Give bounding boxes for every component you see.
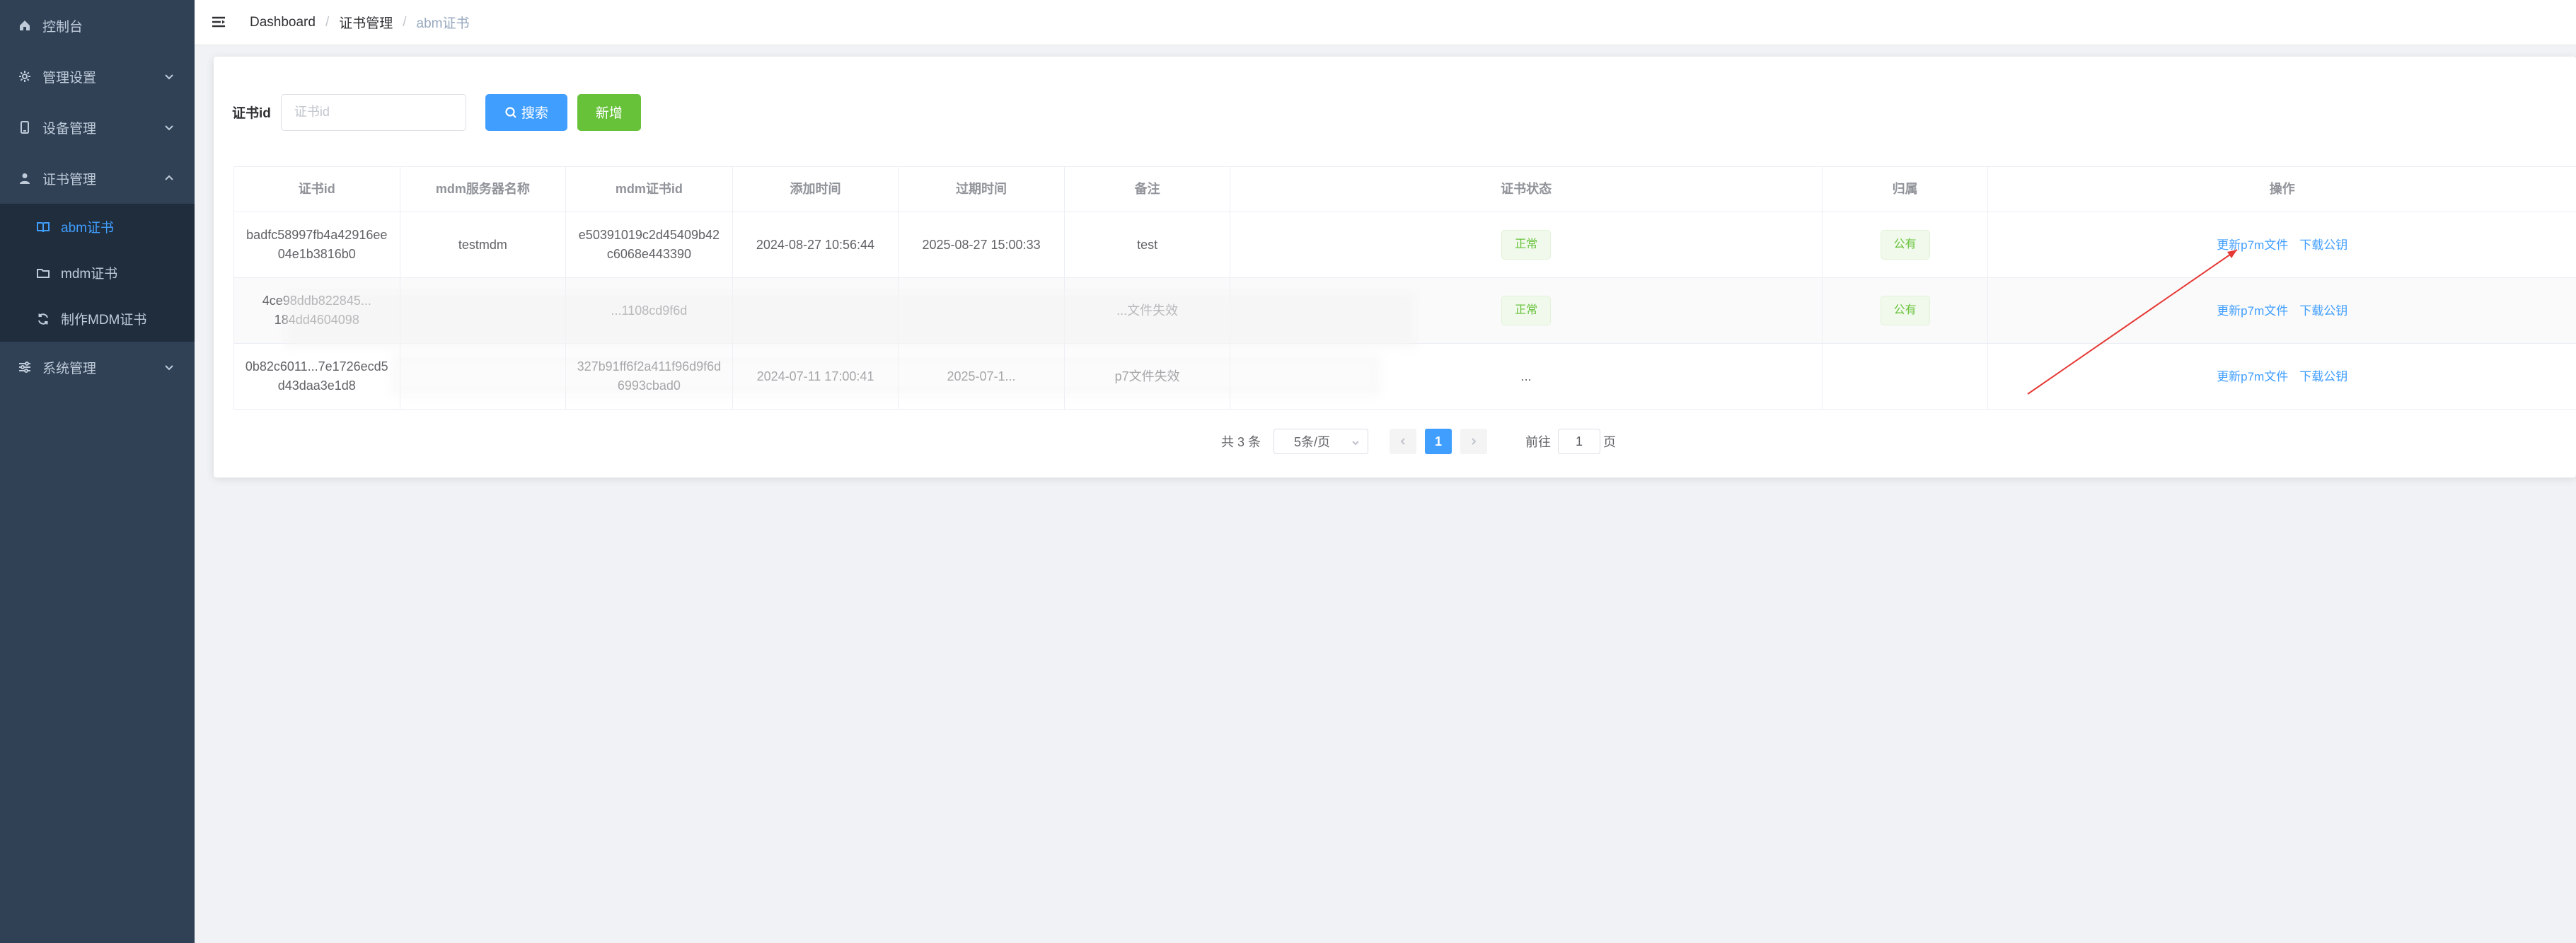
sidebar-item-label: 控制台 — [42, 19, 83, 35]
breadcrumb-cert-management[interactable]: 证书管理 — [339, 13, 393, 32]
sidebar-item-abm-cert[interactable]: abm证书 — [0, 204, 195, 250]
breadcrumb-dashboard[interactable]: Dashboard — [250, 15, 316, 30]
page-size-value: 5条/页 — [1294, 435, 1331, 449]
column-header: 添加时间 — [732, 167, 899, 212]
cert-submenu: abm证书 mdm证书 制作MDM证书 — [0, 204, 195, 342]
mdm-cert-id-cell: e50391019c2d45409b42 c6068e443390 — [566, 212, 733, 278]
obscured-region — [284, 291, 1416, 348]
breadcrumb: Dashboard / 证书管理 / abm证书 — [250, 13, 470, 32]
column-header: 归属 — [1822, 167, 1989, 212]
column-header: mdm证书id — [566, 167, 733, 212]
chevron-down-icon — [163, 122, 175, 133]
sidebar-item-system-management[interactable]: 系统管理 — [0, 342, 195, 393]
update-p7m-link[interactable]: 更新p7m文件 — [2217, 236, 2288, 255]
top-navbar: Dashboard / 证书管理 / abm证书 — [195, 0, 2576, 45]
column-header: 操作 — [1988, 167, 2576, 212]
next-page-button[interactable] — [1460, 429, 1488, 454]
sidebar-item-label: 管理设置 — [42, 70, 97, 86]
sidebar-item-management-settings[interactable]: 管理设置 — [0, 51, 195, 102]
table-row: badfc58997fb4a42916ee 04e1b3816b0 testmdm… — [234, 212, 2576, 278]
total-count: 共 3 条 — [1221, 435, 1261, 449]
search-icon — [505, 106, 516, 118]
sidebar-item-label: mdm证书 — [61, 267, 118, 282]
user-icon — [17, 170, 33, 186]
sidebar-item-label: 系统管理 — [42, 361, 97, 376]
sidebar-item-label: abm证书 — [61, 221, 114, 236]
breadcrumb-separator: / — [403, 14, 407, 30]
search-button-label: 搜索 — [521, 106, 548, 121]
chevron-right-icon — [1472, 438, 1477, 445]
status-cell: 正常 — [1230, 212, 1823, 278]
actions-cell: 更新p7m文件 下载公钥 — [1988, 212, 2576, 278]
breadcrumb-current: abm证书 — [416, 16, 470, 31]
breadcrumb-separator: / — [325, 14, 330, 30]
update-p7m-link[interactable]: 更新p7m文件 — [2217, 367, 2288, 386]
cert-id-cell: badfc58997fb4a42916ee 04e1b3816b0 — [234, 212, 400, 278]
search-form: 证书id 搜索 新增 — [232, 93, 641, 132]
search-button[interactable]: 搜索 — [485, 93, 567, 131]
download-public-key-link[interactable]: 下载公钥 — [2299, 301, 2347, 320]
cert-id-cell: 0b82c6011...7e1726ecd5 d43daa3e1d8 — [234, 344, 400, 410]
folder-icon — [35, 265, 51, 281]
page-number-current[interactable]: 1 — [1425, 429, 1452, 454]
chevron-left-icon — [1400, 438, 1405, 445]
column-header: 证书状态 — [1230, 167, 1823, 212]
actions-cell: 更新p7m文件 下载公钥 — [1988, 278, 2576, 344]
main-card: 证书id 搜索 新增 证书id mdm服务器名称 mdm证书id 添加时间 过期… — [214, 57, 2576, 478]
status-badge: 正常 — [1501, 296, 1552, 325]
sidebar-item-make-mdm-cert[interactable]: 制作MDM证书 — [0, 296, 195, 342]
chevron-down-icon — [163, 361, 175, 373]
cert-id-search-input[interactable] — [280, 93, 466, 131]
column-header: 备注 — [1064, 167, 1231, 212]
goto-label: 前往 — [1525, 435, 1552, 449]
download-public-key-link[interactable]: 下载公钥 — [2299, 367, 2347, 386]
server-name-cell: testmdm — [400, 212, 567, 278]
refresh-icon — [35, 311, 51, 327]
chevron-down-icon — [1351, 436, 1361, 446]
owner-cell: 公有 — [1822, 212, 1989, 278]
chevron-down-icon — [163, 71, 175, 82]
note-cell: test — [1064, 212, 1231, 278]
gear-icon — [17, 69, 33, 84]
sidebar-item-mdm-cert[interactable]: mdm证书 — [0, 250, 195, 296]
sidebar-item-label: 证书管理 — [42, 172, 97, 187]
table-header-row: 证书id mdm服务器名称 mdm证书id 添加时间 过期时间 备注 证书状态 … — [234, 167, 2576, 212]
column-header: 证书id — [234, 167, 400, 212]
sidebar: 控制台 管理设置 设备管理 证书管理 abm证书 mdm证书 制作MDM证书 系… — [0, 0, 195, 943]
goto-page-input[interactable] — [1558, 429, 1601, 454]
sidebar-item-label: 设备管理 — [42, 121, 97, 137]
expire-time-cell: 2025-08-27 15:00:33 — [899, 212, 1065, 278]
book-icon — [35, 219, 51, 235]
sidebar-item-cert-management[interactable]: 证书管理 — [0, 153, 195, 204]
hamburger-icon[interactable] — [210, 13, 229, 32]
sidebar-item-dashboard[interactable]: 控制台 — [0, 0, 195, 51]
added-time-cell: 2024-08-27 10:56:44 — [732, 212, 899, 278]
owner-cell: 公有 — [1822, 278, 1989, 344]
page-size-select[interactable]: 5条/页 — [1273, 429, 1369, 454]
owner-badge: 公有 — [1880, 230, 1930, 260]
sidebar-item-label: 制作MDM证书 — [61, 313, 147, 328]
column-header: 过期时间 — [899, 167, 1065, 212]
chevron-up-icon — [163, 173, 175, 184]
device-icon — [17, 120, 33, 135]
pagination: 共 3 条 5条/页 1 前往 页 — [1221, 427, 1616, 456]
sidebar-item-device-management[interactable]: 设备管理 — [0, 102, 195, 153]
owner-cell — [1822, 344, 1989, 410]
owner-badge: 公有 — [1880, 296, 1930, 325]
sliders-icon — [17, 359, 33, 375]
page-suffix: 页 — [1603, 435, 1617, 449]
update-p7m-link[interactable]: 更新p7m文件 — [2217, 301, 2288, 320]
prev-page-button[interactable] — [1390, 429, 1417, 454]
obscured-region — [391, 354, 1381, 396]
actions-cell: 更新p7m文件 下载公钥 — [1988, 344, 2576, 410]
column-header: mdm服务器名称 — [400, 167, 567, 212]
home-icon — [17, 18, 33, 33]
status-badge: 正常 — [1501, 230, 1552, 260]
add-button[interactable]: 新增 — [577, 93, 641, 131]
download-public-key-link[interactable]: 下载公钥 — [2299, 236, 2347, 255]
cert-id-label: 证书id — [232, 106, 271, 121]
